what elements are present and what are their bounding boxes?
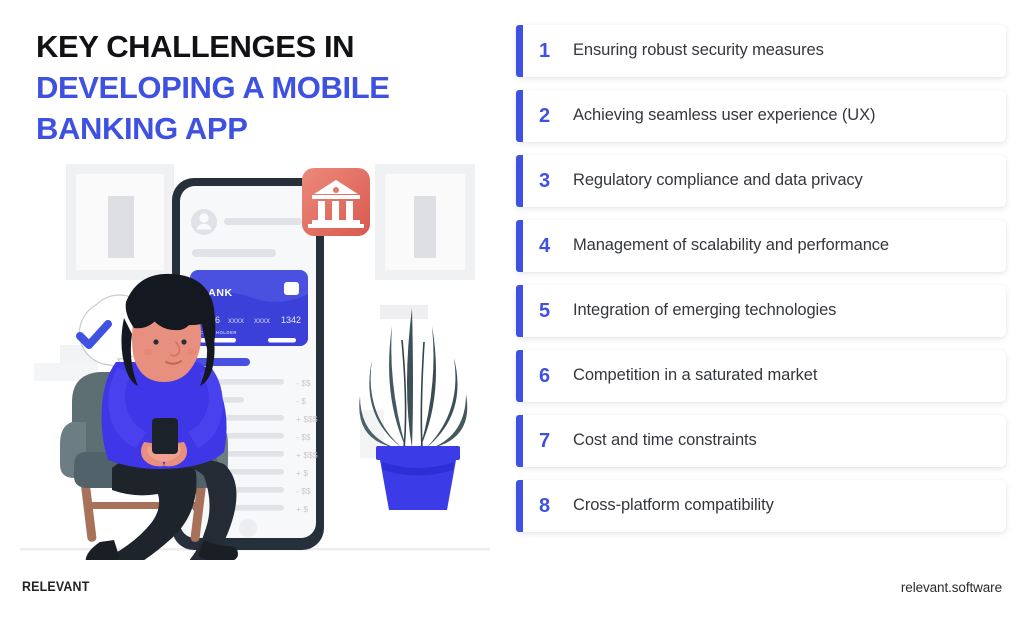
- svg-text:- $$: - $$: [296, 432, 311, 442]
- svg-text:+ $: + $: [296, 504, 308, 514]
- list-item-label: Competition in a saturated market: [573, 366, 818, 385]
- accent-bar: [516, 220, 523, 272]
- svg-text:+ $: + $: [296, 468, 308, 478]
- svg-text:- $: - $: [296, 396, 306, 406]
- list-item[interactable]: 8 Cross-platform compatibility: [516, 480, 1006, 532]
- footer: RELEVANT relevant.software: [0, 567, 1024, 617]
- list-item-label: Cross-platform compatibility: [573, 496, 774, 515]
- left-column: KEY CHALLENGES IN DEVELOPING A MOBILE BA…: [0, 0, 500, 617]
- svg-text:1342: 1342: [281, 315, 301, 325]
- list-item[interactable]: 7 Cost and time constraints: [516, 415, 1006, 467]
- accent-bar: [516, 155, 523, 207]
- site-url: relevant.software: [900, 580, 1002, 595]
- hero-illustration: BANK 4356 xxxx xxxx 1342 CARD HOLDER: [20, 150, 490, 560]
- list-item-number: 8: [539, 495, 551, 517]
- title-line-2: DEVELOPING A MOBILE: [36, 70, 390, 105]
- svg-text:- $$: - $$: [296, 486, 311, 496]
- page-title: KEY CHALLENGES IN DEVELOPING A MOBILE BA…: [36, 26, 486, 149]
- list-item-number: 1: [539, 40, 551, 62]
- list-item-label: Management of scalability and performanc…: [573, 236, 889, 255]
- list-item[interactable]: 6 Competition in a saturated market: [516, 350, 1006, 402]
- list-item-number: 2: [539, 105, 551, 127]
- list-item-label: Regulatory compliance and data privacy: [573, 171, 863, 190]
- list-item-number: 7: [539, 430, 551, 452]
- accent-bar: [516, 415, 523, 467]
- challenges-list: 1 Ensuring robust security measures 2 Ac…: [516, 25, 1006, 532]
- svg-text:+ $$$: + $$$: [296, 414, 318, 424]
- list-item-label: Ensuring robust security measures: [573, 41, 824, 60]
- list-item[interactable]: 4 Management of scalability and performa…: [516, 220, 1006, 272]
- accent-bar: [516, 25, 523, 77]
- list-item[interactable]: 1 Ensuring robust security measures: [516, 25, 1006, 77]
- accent-bar: [516, 350, 523, 402]
- svg-text:xxxx: xxxx: [254, 316, 270, 325]
- list-item-label: Cost and time constraints: [573, 431, 757, 450]
- title-line-1: KEY CHALLENGES IN: [36, 29, 355, 64]
- list-item-label: Integration of emerging technologies: [573, 301, 837, 320]
- accent-bar: [516, 480, 523, 532]
- title-line-3: BANKING APP: [36, 111, 248, 146]
- list-item-number: 3: [539, 170, 551, 192]
- svg-text:xxxx: xxxx: [228, 316, 244, 325]
- svg-text:+ $$$: + $$$: [296, 450, 318, 460]
- brand-logo: RELEVANT: [22, 579, 90, 594]
- list-item-number: 4: [539, 235, 551, 257]
- list-item-label: Achieving seamless user experience (UX): [573, 106, 876, 125]
- svg-text:- $$: - $$: [296, 378, 311, 388]
- list-item[interactable]: 3 Regulatory compliance and data privacy: [516, 155, 1006, 207]
- accent-bar: [516, 285, 523, 337]
- user-avatar-icon: [191, 209, 217, 235]
- list-item[interactable]: 2 Achieving seamless user experience (UX…: [516, 90, 1006, 142]
- list-item-number: 6: [539, 365, 551, 387]
- bank-building-icon: [302, 168, 370, 236]
- list-item-number: 5: [539, 300, 551, 322]
- list-item[interactable]: 5 Integration of emerging technologies: [516, 285, 1006, 337]
- home-button: [239, 519, 257, 537]
- infographic-page: KEY CHALLENGES IN DEVELOPING A MOBILE BA…: [0, 0, 1024, 617]
- accent-bar: [516, 90, 523, 142]
- potted-aloe-plant: [359, 308, 468, 510]
